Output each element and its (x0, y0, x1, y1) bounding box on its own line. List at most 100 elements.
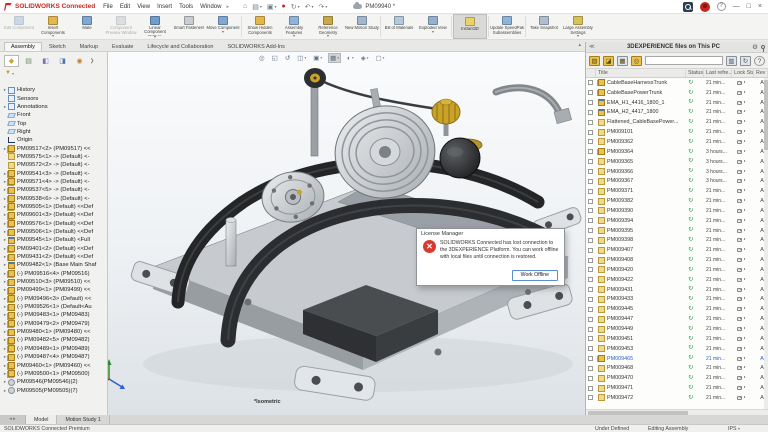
table-row[interactable]: PM009472↻21 min...A (586, 393, 768, 403)
3dexperience-search-icon[interactable] (683, 2, 693, 12)
menu-insert[interactable]: Insert (157, 4, 172, 10)
minimize-button[interactable]: — (733, 3, 740, 10)
tree-item[interactable]: PM09572<2> -> (Default) <- (2, 161, 105, 169)
tree-item[interactable]: ▸PM09576<1> (Default) <<Def (2, 220, 105, 228)
ribbon-button-linear-component-pattern[interactable]: Linear Component Pattern▼ (138, 14, 172, 39)
row-checkbox[interactable] (588, 228, 593, 233)
tab-solidworks-add-ins[interactable]: SOLIDWORKS Add-Ins (220, 42, 291, 51)
column-header-Title[interactable]: Title (596, 69, 686, 77)
tree-item[interactable]: Sensors (2, 94, 105, 102)
table-row[interactable]: PM009395↻21 min...A (586, 226, 768, 236)
featuremanager-tree-tab[interactable]: ◆ (4, 55, 19, 67)
row-checkbox[interactable] (588, 248, 593, 253)
tree-item[interactable]: ▸PM09601<3> (Default) <<Def (2, 211, 105, 219)
table-row[interactable]: PM009362↻21 min...A (586, 137, 768, 147)
tree-item[interactable]: ▸(-) PM09483<1> (PM09483) (2, 311, 105, 319)
tree-item[interactable]: ▸(-) PM09496<3> (Default) << (2, 295, 105, 303)
table-row[interactable]: PM009447↻21 min...A (586, 314, 768, 324)
table-row[interactable]: EMA_H1_4416_1800_1↻21 min...A (586, 98, 768, 108)
tree-item[interactable]: ▸(-) PM09516<4> (PM09516) (2, 270, 105, 278)
ribbon-button-move-component[interactable]: Move Component▼ (206, 14, 240, 39)
row-checkbox[interactable] (588, 356, 593, 361)
tree-item[interactable]: ▸PM09506<1> (Default) <<Def (2, 228, 105, 236)
table-row[interactable]: EMA_H2_4417_1800↻21 min...A (586, 108, 768, 118)
row-checkbox[interactable] (588, 287, 593, 292)
column-header-Lock Sta...[interactable]: Lock Sta... (732, 69, 754, 77)
tree-item[interactable]: Top (2, 119, 105, 127)
tab-nav-arrows[interactable]: ◂ ▸ (0, 415, 26, 424)
work-offline-button[interactable]: Work Offline (512, 270, 558, 281)
menu-window[interactable]: Window (200, 4, 221, 10)
ribbon-button-update-speedpak-subassemblies[interactable]: Update SpeedPak Subassemblies (490, 14, 524, 39)
table-row[interactable]: PM009371↻21 min...A (586, 186, 768, 196)
row-checkbox[interactable] (588, 327, 593, 332)
tree-item[interactable]: ▸Annotations (2, 103, 105, 111)
tree-item[interactable]: Origin (2, 136, 105, 144)
tree-item[interactable]: ▸PM09571<4> -> (Default) <- (2, 178, 105, 186)
file-search-input[interactable] (645, 56, 723, 65)
table-row[interactable]: PM009367↻3 hours...A (586, 176, 768, 186)
row-checkbox[interactable] (588, 395, 593, 400)
tree-item[interactable]: ▸(-) PM09500<1> (PM09500) (2, 370, 105, 378)
open-drawing-icon[interactable]: ▦ (617, 56, 628, 66)
bottom-tab-model[interactable]: Model (26, 415, 57, 424)
row-checkbox[interactable] (588, 317, 593, 322)
help-icon[interactable]: ? (717, 2, 726, 11)
table-row[interactable]: PM009422↻21 min...A (586, 275, 768, 285)
tree-item[interactable]: ▸PM09480<1> (PM09480) << (2, 328, 105, 336)
table-row[interactable]: CableBaseHarnessTrunk↻21 min...A (586, 78, 768, 88)
open-part-icon[interactable]: ◪ (603, 56, 614, 66)
table-row[interactable]: PM009445↻21 min...A (586, 304, 768, 314)
row-checkbox[interactable] (588, 110, 593, 115)
row-checkbox[interactable] (588, 208, 593, 213)
row-checkbox[interactable] (588, 376, 593, 381)
tree-item[interactable]: ▸PM09505(PM09505)(7) (2, 386, 105, 394)
table-vertical-scrollbar[interactable] (764, 78, 768, 409)
tree-item[interactable]: ▸(-) PM09487<4> (PM09487) (2, 353, 105, 361)
tree-item[interactable]: ▸PM09499<1> (PM09499) << (2, 286, 105, 294)
table-row[interactable]: PM009101↻21 min...A (586, 127, 768, 137)
row-checkbox[interactable] (588, 139, 593, 144)
tree-item[interactable]: Right (2, 128, 105, 136)
panel-gear-icon[interactable]: ⚙ (752, 43, 758, 51)
rebuild-traffic-light-icon[interactable]: ● (282, 3, 286, 10)
home-icon[interactable]: ⌂ (243, 3, 247, 10)
table-horizontal-scrollbar[interactable] (586, 409, 768, 415)
configurationmanager-tab[interactable]: ◧ (38, 55, 53, 67)
ribbon-button-reference-geometry[interactable]: Reference Geometry▼ (311, 14, 345, 39)
save-icon[interactable]: ▣▾ (267, 3, 277, 11)
tree-item[interactable]: ▸PM09517<2> (PM09517) << (2, 144, 105, 152)
row-checkbox[interactable] (588, 267, 593, 272)
row-checkbox[interactable] (588, 120, 593, 125)
panel-pin-icon[interactable] (761, 45, 765, 49)
table-row[interactable]: PM009451↻21 min...A (586, 334, 768, 344)
tree-item[interactable]: ▸PM09482<1> (Base Main Shaf (2, 261, 105, 269)
row-checkbox[interactable] (588, 386, 593, 391)
row-checkbox[interactable] (588, 366, 593, 371)
row-checkbox[interactable] (588, 189, 593, 194)
table-row[interactable]: PM009471↻21 min...A (586, 383, 768, 393)
column-header-Rev[interactable]: Rev (754, 69, 768, 77)
table-row[interactable]: PM009365↻3 hours...A (586, 157, 768, 167)
tab-lifecycle-and-collaboration[interactable]: Lifecycle and Collaboration (140, 42, 220, 51)
ribbon-button-take-snapshot[interactable]: Take Snapshot (527, 14, 561, 39)
tab-sketch[interactable]: Sketch (42, 42, 73, 51)
refresh-icon[interactable]: ↻▾ (291, 3, 300, 11)
units-selector[interactable]: IPS ▾ (728, 426, 740, 432)
row-checkbox[interactable] (588, 159, 593, 164)
open-assembly-icon[interactable]: ▨ (589, 56, 600, 66)
tree-item[interactable]: ▸PM09537<5> -> (Default) <- (2, 186, 105, 194)
tree-item[interactable]: ▸History (2, 86, 105, 94)
tree-item[interactable]: ▸PM09510<3> (PM09510) << (2, 278, 105, 286)
table-row[interactable]: PM009431↻21 min...A (586, 285, 768, 295)
column-header-check[interactable] (586, 69, 596, 77)
user-avatar[interactable] (700, 2, 710, 12)
tree-item[interactable]: ▸(-) PM09482<5> (PM09482) (2, 336, 105, 344)
tree-item[interactable]: PM09575<1> -> (Default) <- (2, 153, 105, 161)
restore-button[interactable]: □ (747, 3, 751, 10)
row-checkbox[interactable] (588, 346, 593, 351)
ribbon-collapse-icon[interactable]: ▴ (578, 42, 581, 48)
tree-item[interactable]: ▸PM09431<2> (Default) <<Def (2, 253, 105, 261)
ribbon-button-bill-of-materials[interactable]: Bill of Materials (382, 14, 416, 39)
table-row[interactable]: PM009394↻21 min...A (586, 216, 768, 226)
